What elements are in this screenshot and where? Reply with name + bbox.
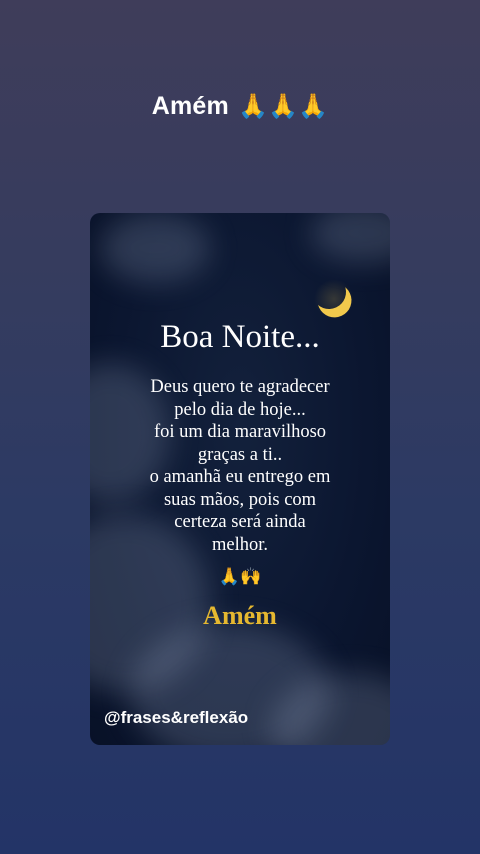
message-line: melhor. [211,534,268,555]
post-card: Boa Noite... Deus quero te agradecer pel… [90,213,390,745]
message-line: certeza será ainda [174,512,306,532]
message-line: pelo dia de hoje... [174,399,306,420]
message-line: graças a ti.. [197,444,283,465]
praying-hands-icon: 🙏🙏🙏 [238,93,329,120]
message-line: foi um dia maravilhoso [153,422,327,442]
card-title: Boa Noite... [160,319,320,355]
praising-hands-icon: 🙏🙌 [218,567,262,586]
message-line: suas mãos, pois com [163,489,317,510]
message-line: Deus quero te agradecer [150,377,330,397]
caption-text: Amém [151,92,229,120]
message-text: Deus quero te agradecer pelo dia de hoje… [90,376,390,556]
cloud-decoration [100,213,210,283]
story-caption: Amém 🙏🙏🙏 [0,92,480,121]
account-handle[interactable]: @frases&reflexão [104,708,248,728]
closing-amen: Amém [203,601,277,630]
message-line: o amanhã eu entrego em [149,467,331,487]
cloud-decoration [310,213,390,263]
